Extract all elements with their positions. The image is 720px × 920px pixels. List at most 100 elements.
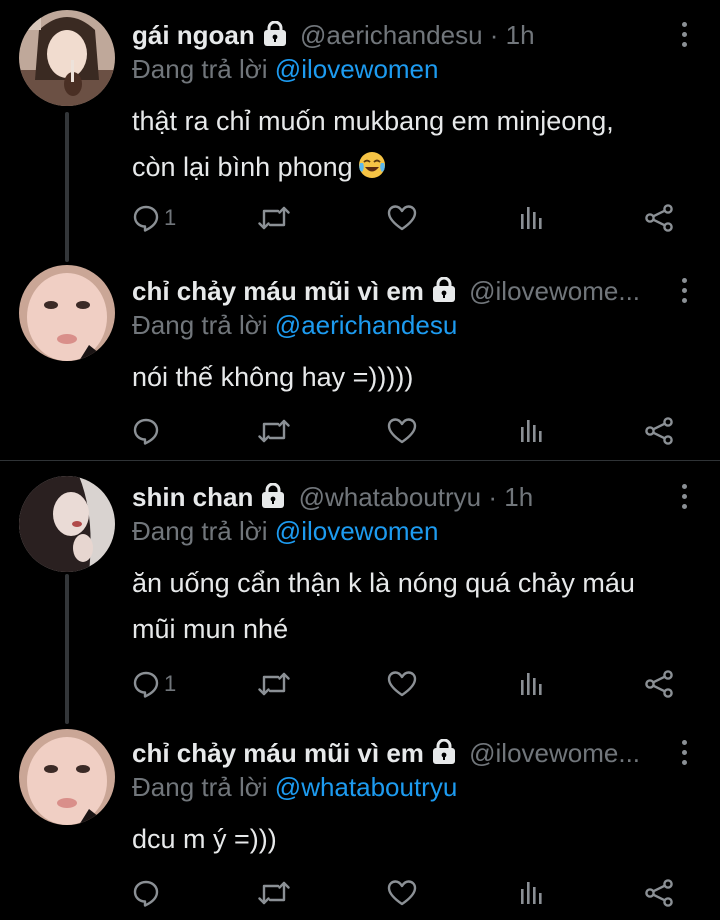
tweet-header: shin chan @whataboutryu · 1h	[132, 480, 533, 514]
tweet-text-line: nói thế không hay =)))))	[132, 362, 414, 392]
retweet-icon	[258, 417, 290, 445]
reply-icon	[132, 670, 160, 698]
separator-dot: ·	[488, 482, 497, 512]
analytics-button[interactable]	[519, 414, 545, 448]
analytics-button[interactable]	[519, 667, 545, 701]
reply-icon	[132, 204, 160, 232]
like-icon	[387, 879, 417, 907]
retweet-button[interactable]	[258, 201, 290, 235]
replying-to-label: Đang trả lời	[132, 310, 268, 340]
share-button[interactable]	[644, 201, 674, 235]
tweet-text-line: còn lại bình phong	[132, 152, 353, 182]
retweet-icon	[258, 879, 290, 907]
user-handle[interactable]: @whataboutryu	[299, 482, 482, 512]
tweet-actions	[132, 414, 692, 448]
tweet[interactable]: chỉ chảy máu mũi vì em @ilovewome... Đan…	[0, 256, 720, 460]
timestamp[interactable]: 1h	[504, 482, 533, 512]
like-icon	[387, 204, 417, 232]
replying-to-handle[interactable]: @aerichandesu	[275, 310, 458, 340]
tweet-text: nói thế không hay =)))))	[132, 354, 692, 400]
user-handle[interactable]: @aerichandesu	[300, 20, 483, 50]
user-handle[interactable]: @ilovewome...	[469, 738, 640, 768]
replying-to-label: Đang trả lời	[132, 516, 268, 546]
replying-to-handle[interactable]: @whataboutryu	[275, 772, 458, 802]
replying-to: Đang trả lời @aerichandesu	[132, 308, 457, 342]
display-name[interactable]: shin chan	[132, 482, 253, 512]
replying-to: Đang trả lời @ilovewomen	[132, 514, 438, 548]
more-options-icon[interactable]	[682, 484, 688, 514]
avatar[interactable]	[19, 476, 115, 572]
tweet-text: thật ra chỉ muốn mukbang em minjeong, cò…	[132, 98, 692, 190]
like-icon	[387, 670, 417, 698]
tweet[interactable]: gái ngoan @aerichandesu · 1h Đang trả lờ…	[0, 0, 720, 262]
tweet-text-line: mũi mun nhé	[132, 614, 289, 644]
display-name[interactable]: gái ngoan	[132, 20, 255, 50]
lock-icon	[432, 739, 456, 765]
separator-dot: ·	[489, 20, 499, 50]
lock-icon	[261, 483, 285, 509]
tweet-actions: 1	[132, 201, 692, 235]
replying-to-handle[interactable]: @ilovewomen	[275, 54, 439, 84]
avatar[interactable]	[19, 729, 115, 825]
like-icon	[387, 417, 417, 445]
reply-icon	[132, 879, 160, 907]
reply-button[interactable]: 1	[132, 201, 176, 235]
share-button[interactable]	[644, 876, 674, 910]
replying-to: Đang trả lời @ilovewomen	[132, 52, 438, 86]
thread-divider	[0, 460, 720, 461]
analytics-icon	[519, 879, 545, 907]
more-options-icon[interactable]	[682, 22, 688, 52]
tweet-header: gái ngoan @aerichandesu · 1h	[132, 18, 535, 52]
retweet-button[interactable]	[258, 667, 290, 701]
share-icon	[644, 204, 674, 232]
reply-icon	[132, 417, 160, 445]
retweet-icon	[258, 670, 290, 698]
face-with-tears-of-joy-icon	[358, 152, 385, 178]
avatar[interactable]	[19, 10, 115, 106]
analytics-button[interactable]	[519, 201, 545, 235]
retweet-button[interactable]	[258, 876, 290, 910]
tweet-text-line: thật ra chỉ muốn mukbang em minjeong,	[132, 106, 614, 136]
tweet-text: ăn uống cẩn thận k là nóng quá chảy máu …	[132, 560, 692, 652]
reply-count: 1	[164, 671, 177, 696]
timestamp[interactable]: 1h	[506, 20, 535, 50]
like-button[interactable]	[387, 201, 417, 235]
like-button[interactable]	[387, 414, 417, 448]
thread-line	[65, 574, 69, 724]
tweet[interactable]: chỉ chảy máu mũi vì em @ilovewome... Đan…	[0, 718, 720, 920]
tweet-text-line: ăn uống cẩn thận k là nóng quá chảy máu	[132, 568, 635, 598]
analytics-icon	[519, 670, 545, 698]
display-name[interactable]: chỉ chảy máu mũi vì em	[132, 276, 424, 306]
analytics-icon	[519, 204, 545, 232]
reply-button[interactable]	[132, 414, 160, 448]
replying-to: Đang trả lời @whataboutryu	[132, 770, 457, 804]
avatar[interactable]	[19, 265, 115, 361]
tweet-text-line: dcu m ý =)))	[132, 824, 277, 854]
retweet-button[interactable]	[258, 414, 290, 448]
replying-to-handle[interactable]: @ilovewomen	[275, 516, 439, 546]
share-button[interactable]	[644, 414, 674, 448]
reply-button[interactable]	[132, 876, 160, 910]
share-icon	[644, 417, 674, 445]
tweet[interactable]: shin chan @whataboutryu · 1h Đang trả lờ…	[0, 462, 720, 724]
lock-icon	[432, 277, 456, 303]
more-options-icon[interactable]	[682, 278, 688, 308]
tweet-text: dcu m ý =)))	[132, 816, 692, 862]
share-icon	[644, 879, 674, 907]
replying-to-label: Đang trả lời	[132, 54, 268, 84]
display-name[interactable]: chỉ chảy máu mũi vì em	[132, 738, 424, 768]
share-button[interactable]	[644, 667, 674, 701]
tweet-header: chỉ chảy máu mũi vì em @ilovewome...	[132, 736, 640, 770]
more-options-icon[interactable]	[682, 740, 688, 770]
tweet-header: chỉ chảy máu mũi vì em @ilovewome...	[132, 274, 640, 308]
replying-to-label: Đang trả lời	[132, 772, 268, 802]
reply-button[interactable]: 1	[132, 667, 176, 701]
user-handle[interactable]: @ilovewome...	[469, 276, 640, 306]
lock-icon	[263, 21, 287, 47]
like-button[interactable]	[387, 667, 417, 701]
share-icon	[644, 670, 674, 698]
analytics-button[interactable]	[519, 876, 545, 910]
reply-count: 1	[164, 205, 177, 230]
like-button[interactable]	[387, 876, 417, 910]
tweet-actions: 1	[132, 667, 692, 701]
